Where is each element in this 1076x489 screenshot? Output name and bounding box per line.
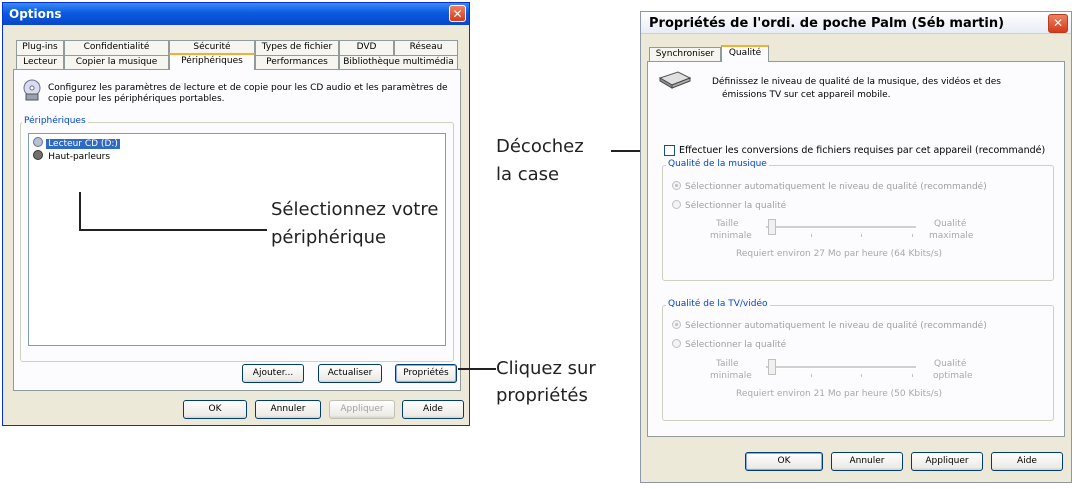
tab-types-de-fichier[interactable]: Types de fichier: [255, 40, 339, 55]
close-icon[interactable]: ✕: [1048, 14, 1068, 33]
uncheck-annotation-line1: Décochez: [496, 136, 584, 157]
music-slider-min-label-1: Taille: [716, 219, 739, 229]
conversion-checkbox-label[interactable]: Effectuer les conversions de fichiers re…: [679, 145, 1045, 156]
music-slider-min-label-2: minimale: [710, 231, 752, 241]
video-auto-radio-label: Sélectionner automatiquement le niveau d…: [685, 321, 987, 331]
refresh-button[interactable]: Actualiser: [318, 364, 382, 383]
radio-unselected-icon: [672, 339, 681, 348]
tab-copier-la-musique[interactable]: Copier la musique: [64, 55, 169, 70]
quality-description-line2: émissions TV sur cet appareil mobile.: [722, 90, 891, 100]
apply-button[interactable]: Appliquer: [911, 452, 983, 471]
speaker-icon: [33, 150, 43, 160]
tab-performances[interactable]: Performances: [255, 55, 339, 70]
radio-selected-icon: [672, 181, 681, 190]
music-manual-radio-label: Sélectionner la qualité: [685, 201, 787, 211]
options-titlebar[interactable]: Options: [3, 3, 469, 25]
video-slider-max-label-2: optimale: [933, 371, 973, 381]
quality-tab-panel: Définissez le niveau de qualité de la mu…: [647, 61, 1065, 437]
conversion-checkbox[interactable]: [664, 145, 675, 156]
uncheck-annotation-line2: la case: [496, 164, 560, 185]
video-slider-max-label-1: Qualité: [934, 359, 967, 369]
video-manual-radio[interactable]: Sélectionner la qualité: [672, 339, 786, 350]
help-button[interactable]: Aide: [402, 400, 464, 419]
video-slider-min-label-1: Taille: [716, 359, 739, 369]
device-icon: [658, 70, 692, 90]
video-quality-slider[interactable]: [766, 359, 916, 379]
music-quality-label: Qualité de la musique: [666, 159, 769, 169]
cancel-button[interactable]: Annuler: [255, 400, 321, 419]
tab-synchroniser[interactable]: Synchroniser: [649, 47, 721, 62]
options-title: Options: [9, 7, 62, 21]
properties-titlebar[interactable]: Propriétés de l'ordi. de poche Palm (Séb…: [641, 12, 1071, 34]
video-slider-min-label-2: minimale: [710, 371, 752, 381]
add-button[interactable]: Ajouter...: [242, 364, 304, 383]
cd-device-icon: [22, 79, 42, 101]
radio-unselected-icon: [672, 200, 681, 209]
tab-plug-ins[interactable]: Plug-ins: [16, 40, 64, 55]
list-item[interactable]: Haut-parleurs: [33, 150, 112, 162]
list-item[interactable]: Lecteur CD (D:): [33, 137, 120, 149]
quality-description-line1: Définissez le niveau de qualité de la mu…: [712, 77, 1001, 87]
video-quality-label: Qualité de la TV/vidéo: [666, 299, 770, 309]
music-slider-max-label-2: maximale: [929, 231, 974, 241]
click-properties-annotation-line1: Cliquez sur: [496, 358, 596, 379]
music-slider-max-label-1: Qualité: [934, 219, 967, 229]
tab-confidentialite[interactable]: Confidentialité: [64, 40, 169, 55]
radio-selected-icon: [672, 320, 681, 329]
apply-button[interactable]: Appliquer: [329, 400, 395, 419]
music-requirement: Requiert environ 27 Mo par heure (64 Kbi…: [736, 249, 943, 259]
help-button[interactable]: Aide: [991, 452, 1063, 471]
properties-button[interactable]: Propriétés: [395, 364, 457, 383]
music-manual-radio[interactable]: Sélectionner la qualité: [672, 200, 786, 211]
tab-qualite[interactable]: Qualité: [721, 45, 769, 62]
device-speakers-label: Haut-parleurs: [48, 152, 111, 162]
close-icon[interactable]: ✕: [449, 5, 466, 22]
tab-dvd[interactable]: DVD: [339, 40, 394, 55]
annotation-line-properties: [458, 368, 496, 370]
options-description: Configurez les paramètres de lecture et …: [48, 83, 448, 104]
ok-button[interactable]: OK: [745, 452, 823, 471]
annotation-line-horizontal: [79, 229, 267, 231]
devices-group-label: Périphériques: [22, 116, 88, 126]
properties-title: Propriétés de l'ordi. de poche Palm (Séb…: [649, 16, 1005, 31]
cd-drive-icon: [33, 137, 43, 147]
click-properties-annotation-line2: propriétés: [496, 385, 588, 406]
ok-button[interactable]: OK: [183, 400, 247, 419]
annotation-line-vertical: [79, 192, 81, 230]
device-cd-label: Lecteur CD (D:): [46, 139, 120, 149]
video-manual-radio-label: Sélectionner la qualité: [685, 340, 787, 350]
tab-reseau[interactable]: Réseau: [394, 40, 458, 55]
music-auto-radio-label: Sélectionner automatiquement le niveau d…: [685, 182, 987, 192]
select-device-annotation-line1: Sélectionnez votre: [271, 199, 439, 220]
select-device-annotation-line2: périphérique: [271, 227, 387, 248]
properties-window: Propriétés de l'ordi. de poche Palm (Séb…: [640, 11, 1072, 483]
music-quality-slider[interactable]: [766, 219, 916, 239]
tab-bibliotheque-multimedia[interactable]: Bibliothèque multimédia: [339, 55, 458, 70]
tab-peripheriques[interactable]: Périphériques: [169, 53, 255, 70]
video-requirement: Requiert environ 21 Mo par heure (50 Kbi…: [736, 389, 943, 399]
music-auto-radio[interactable]: Sélectionner automatiquement le niveau d…: [672, 181, 987, 192]
cancel-button[interactable]: Annuler: [831, 452, 903, 471]
video-auto-radio[interactable]: Sélectionner automatiquement le niveau d…: [672, 320, 987, 331]
tab-lecteur[interactable]: Lecteur: [16, 55, 64, 70]
